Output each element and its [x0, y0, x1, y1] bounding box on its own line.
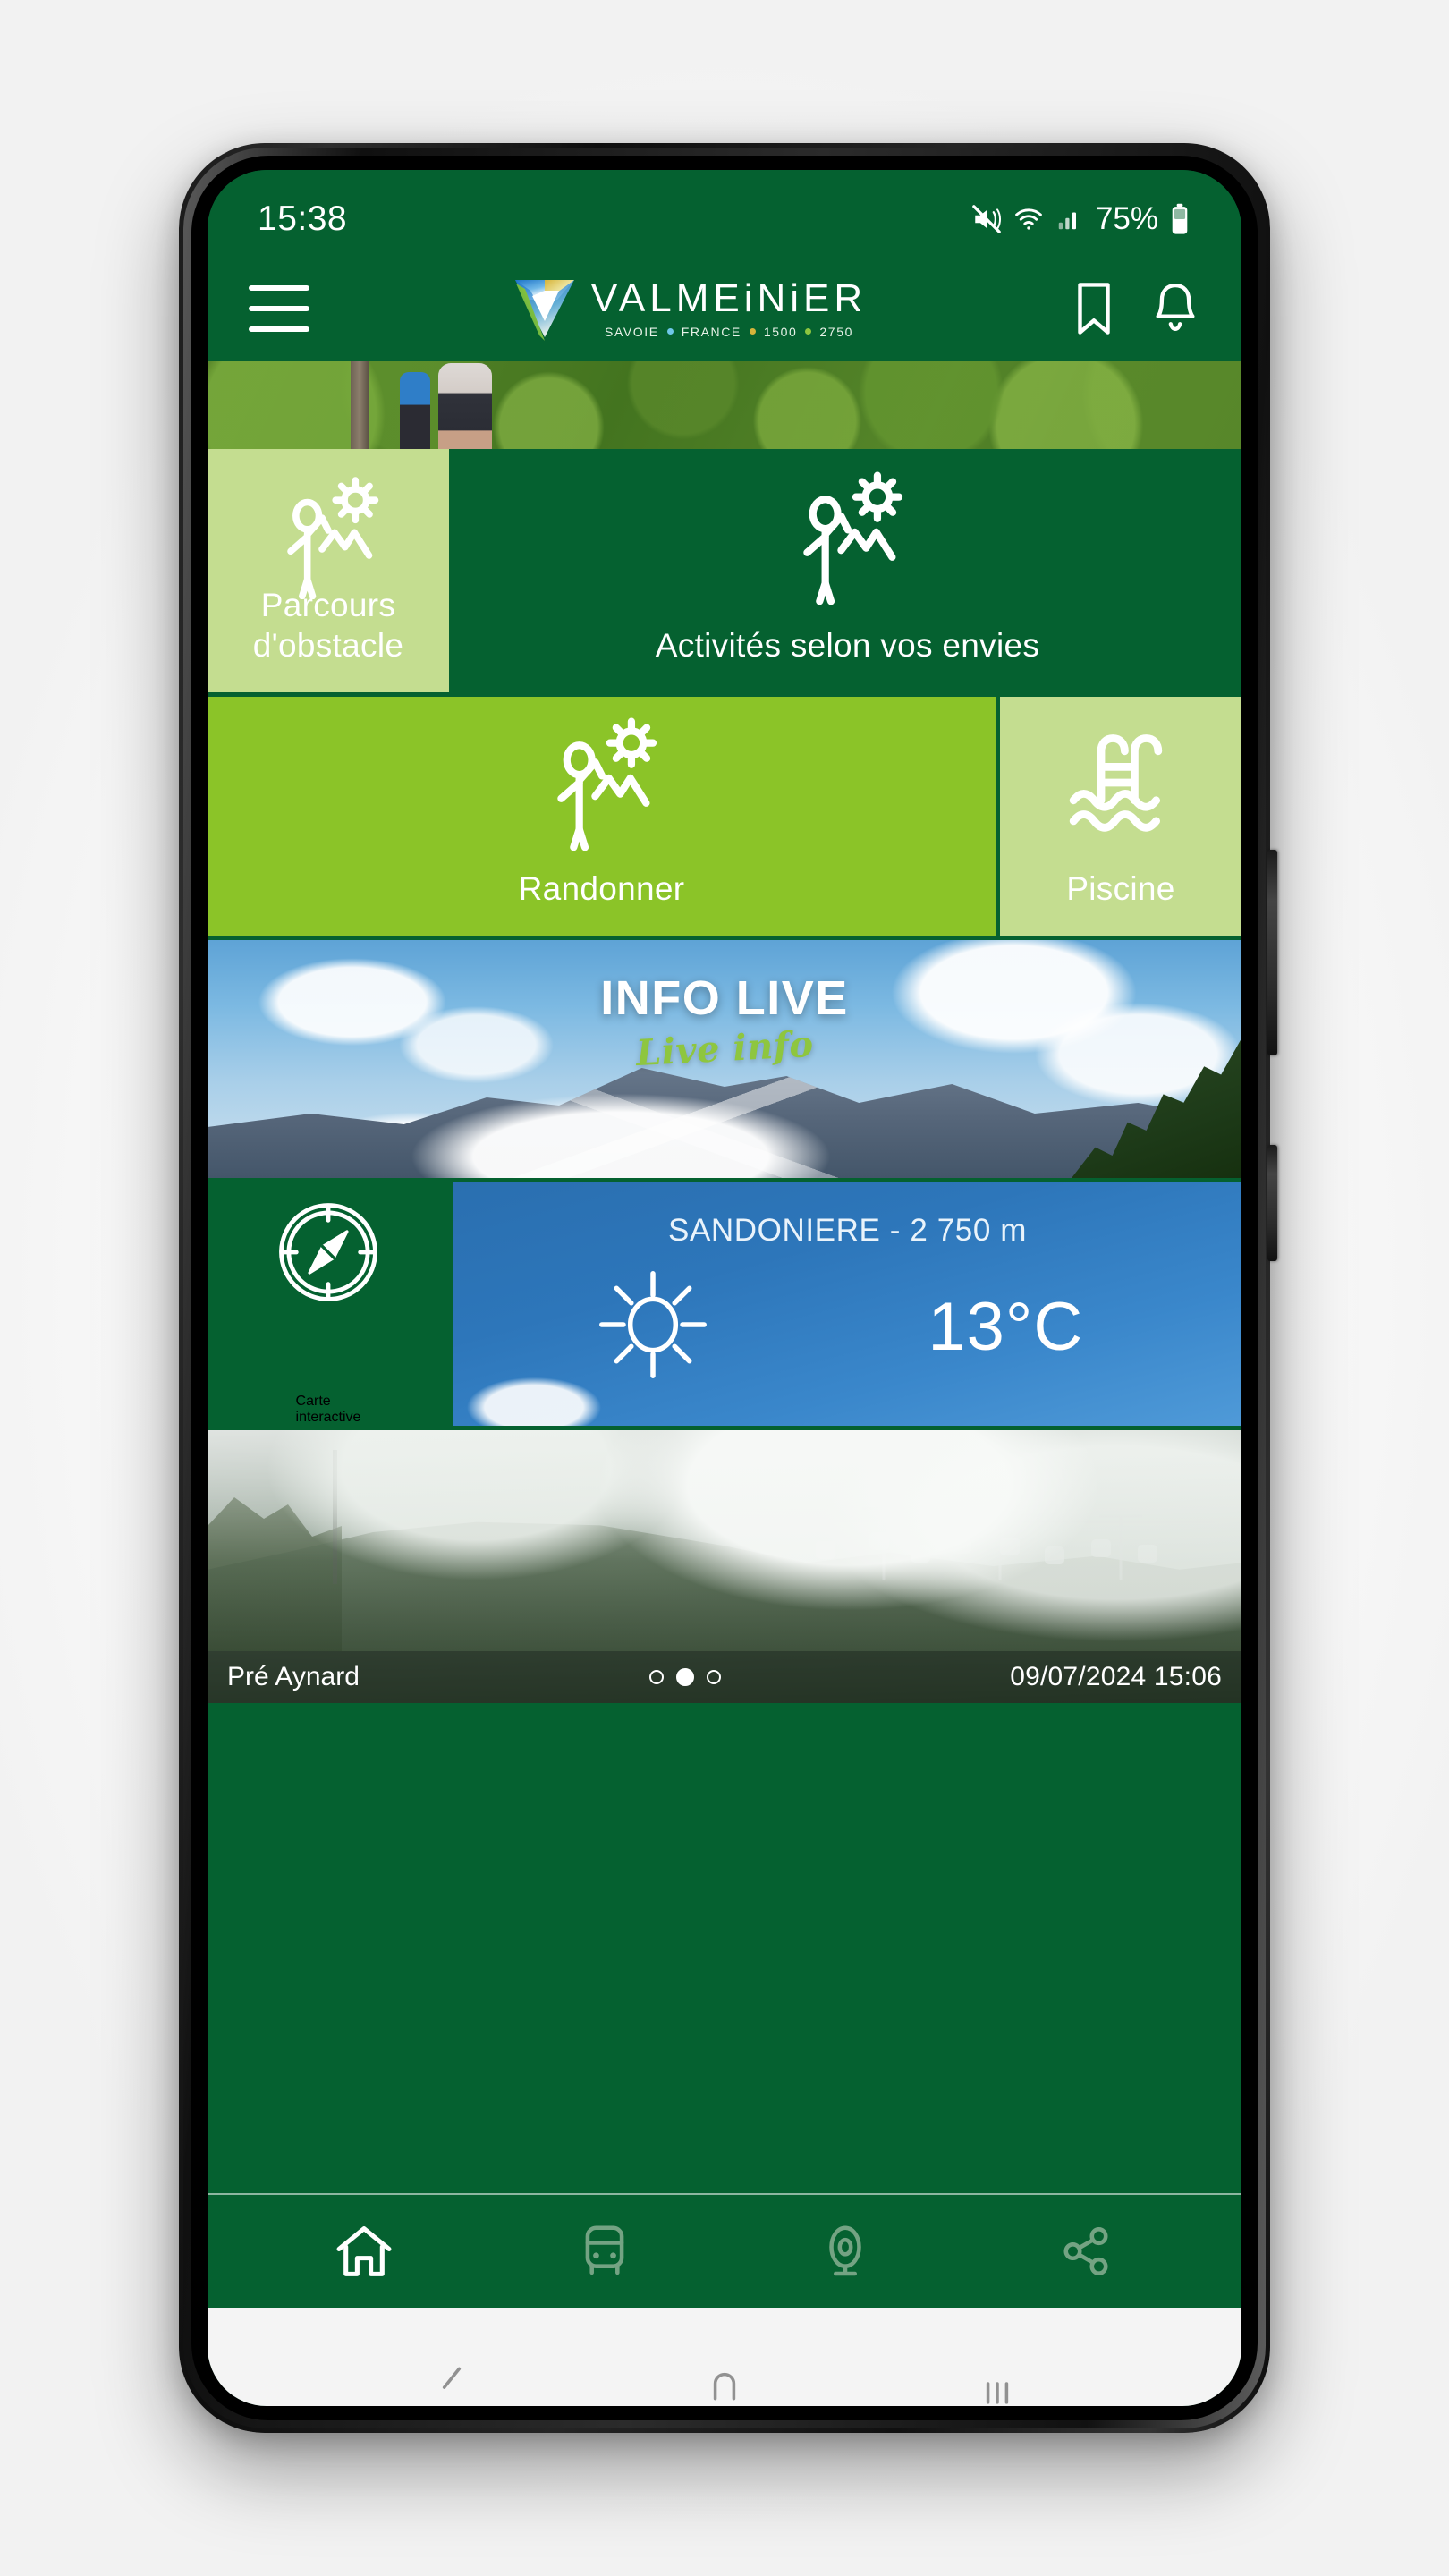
wifi-icon [1013, 204, 1044, 234]
tile-row-obstacle-activities: Parcours d'obstacle Activités selon vos … [208, 449, 1241, 692]
carousel-dot-active[interactable] [675, 1668, 694, 1686]
home-scroll-content[interactable]: Parcours d'obstacle Activités selon vos … [208, 361, 1241, 2193]
screenshot-canvas: 15:38 75% VALMEiNiER SAVOIE FRANCE 1500 … [0, 0, 1449, 2576]
carousel-dot[interactable] [648, 1670, 664, 1684]
compass-icon [272, 1196, 385, 1394]
info-live-subtitle: Live info [634, 1022, 815, 1075]
weather-card[interactable]: SANDONIERE - 2 750 m 13°C [453, 1182, 1241, 1426]
app-header: VALMEiNiER SAVOIE FRANCE 1500 2750 [208, 256, 1241, 361]
share-icon[interactable] [1060, 2225, 1112, 2277]
home-icon[interactable] [335, 2224, 394, 2279]
bell-icon[interactable] [1150, 281, 1200, 336]
android-recents-button[interactable] [972, 2356, 1022, 2406]
brand-tagline: SAVOIE FRANCE 1500 2750 [605, 325, 853, 339]
brand-logo: VALMEiNiER SAVOIE FRANCE 1500 2750 [513, 273, 867, 344]
weather-station-label: SANDONIERE - 2 750 m [668, 1213, 1027, 1248]
tagline-dot-gold [749, 328, 756, 335]
weather-body: 13°C [453, 1249, 1241, 1426]
tile-carte-interactive[interactable]: Carte interactive [208, 1182, 449, 1426]
tile-randonner[interactable]: Randonner [208, 697, 996, 936]
tagline-dot-blue [666, 328, 674, 335]
brand-name-text: VALMEiNiER [590, 275, 868, 320]
tile-piscine[interactable]: Piscine [1000, 697, 1241, 936]
status-bar-indicators: 75% [971, 201, 1190, 237]
tagline-france: FRANCE [681, 324, 741, 339]
phone-screen: 15:38 75% VALMEiNiER SAVOIE FRANCE 1500 … [208, 170, 1241, 2406]
nav-webcam[interactable] [796, 2210, 894, 2292]
bus-icon[interactable] [580, 2224, 629, 2279]
status-bar-clock: 15:38 [258, 199, 348, 238]
hero-signpost [351, 361, 369, 449]
signal-icon [1055, 206, 1082, 233]
tagline-savoie: SAVOIE [605, 324, 659, 339]
nav-transport[interactable] [555, 2210, 654, 2292]
tile-activites-envies[interactable]: Activités selon vos envies [453, 449, 1241, 692]
tile-label: Activités selon vos envies [655, 626, 1040, 664]
android-back-button[interactable] [427, 2356, 477, 2406]
android-home-button[interactable] [699, 2356, 750, 2406]
hero-image [208, 361, 1241, 449]
hero-hiker-front [438, 363, 492, 449]
mute-icon [971, 204, 1002, 234]
carousel-dot[interactable] [706, 1670, 721, 1684]
webcam-icon[interactable] [823, 2224, 868, 2279]
webcam-location-label: Pré Aynard [227, 1662, 360, 1691]
webcam-carousel-dots[interactable] [648, 1668, 721, 1686]
bottom-navigation-bar [208, 2193, 1241, 2308]
app-header-actions [1070, 281, 1200, 336]
tile-label: Piscine [1066, 869, 1175, 907]
battery-icon [1170, 203, 1190, 235]
webcam-timestamp: 09/07/2024 15:06 [1010, 1662, 1222, 1691]
brand-wordmark: VALMEiNiER SAVOIE FRANCE 1500 2750 [590, 275, 868, 339]
tile-label: Parcours d'obstacle [252, 586, 404, 664]
info-live-banner[interactable]: INFO LIVE Live info [208, 940, 1241, 1178]
power-button[interactable] [1267, 1145, 1277, 1261]
bookmark-icon[interactable] [1070, 281, 1118, 336]
tagline-2750: 2750 [819, 324, 853, 339]
webcam-card[interactable]: Pré Aynard 09/07/2024 15:06 [208, 1430, 1241, 1703]
hamburger-menu-icon[interactable] [249, 285, 309, 332]
status-bar: 15:38 75% [208, 170, 1241, 256]
info-live-title: INFO LIVE [600, 971, 849, 1025]
tile-label: Carte interactive [295, 1394, 361, 1425]
banner-text-group: INFO LIVE Live info [208, 970, 1241, 1074]
weather-temperature: 13°C [928, 1288, 1084, 1365]
volume-button[interactable] [1267, 850, 1277, 1055]
battery-percent-label: 75% [1095, 201, 1158, 236]
tile-parcours-obstacle[interactable]: Parcours d'obstacle [208, 449, 449, 692]
banner-haze [290, 1071, 953, 1178]
nav-share[interactable] [1037, 2210, 1135, 2292]
tile-label: Randonner [518, 869, 685, 907]
sun-icon [594, 1266, 712, 1388]
valmeinier-v-mark-icon [513, 273, 577, 344]
map-weather-row: Carte interactive SANDONIERE - 2 750 m 1… [208, 1182, 1241, 1426]
tile-row-randonner-piscine: Randonner Piscine [208, 697, 1241, 936]
nav-home[interactable] [315, 2210, 413, 2292]
android-system-navigation [208, 2308, 1241, 2406]
webcam-info-strip: Pré Aynard 09/07/2024 15:06 [208, 1651, 1241, 1703]
tagline-dot-green [805, 328, 812, 335]
tagline-1500: 1500 [763, 324, 798, 339]
hero-hiker-back [400, 372, 430, 449]
